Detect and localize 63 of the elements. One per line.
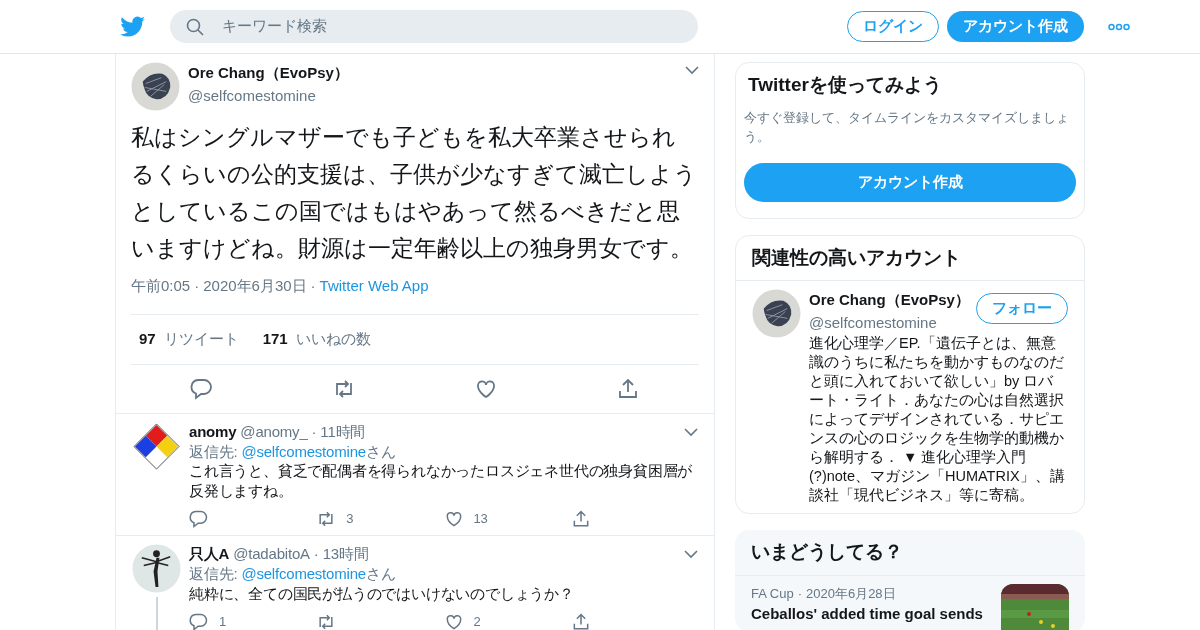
signup-button[interactable]: アカウント作成	[947, 11, 1084, 42]
separator-dot: ·	[797, 584, 802, 603]
share-icon[interactable]	[616, 376, 640, 401]
avatar-icon	[132, 544, 181, 594]
more-icon[interactable]	[1108, 22, 1130, 31]
reply-to-suffix: さん	[365, 441, 396, 462]
separator-dot: ·	[194, 276, 200, 296]
author-name[interactable]: Ore Chang（EvoPsy）	[188, 62, 349, 85]
avatar-icon	[131, 62, 180, 111]
separator-dot: ·	[313, 544, 319, 565]
stat-count: 97	[139, 328, 156, 349]
tweet-timestamp: 2020年6月30日	[203, 276, 307, 296]
stat-label: リツイート	[163, 328, 239, 349]
reply-to-label: 返信先:	[189, 441, 238, 462]
card-text: 今すぐ登録して、タイムラインをカスタマイズしましょう。	[744, 108, 1070, 146]
reply-icon[interactable]	[189, 509, 209, 530]
search-field[interactable]: キーワード検索	[170, 10, 698, 43]
chevron-down-icon[interactable]	[685, 66, 699, 75]
separator-dot: ·	[310, 276, 316, 296]
avatar-icon	[132, 421, 181, 471]
reply-to-suffix: さん	[365, 564, 396, 585]
tweet-timestamp: 午前0:05	[131, 276, 191, 296]
login-button[interactable]: ログイン	[847, 11, 939, 42]
author-handle[interactable]: @selfcomestomine	[188, 84, 349, 107]
signup-button[interactable]: アカウント作成	[744, 162, 1076, 202]
trend-source: FA Cup	[751, 584, 794, 603]
stat-count: 171	[262, 328, 288, 349]
reply-age: 11時間	[320, 421, 366, 442]
account-handle[interactable]: @selfcomestomine	[809, 311, 970, 334]
reply-text: 純粋に、全ての国民が払うのではいけないのでしょうか？	[189, 584, 575, 604]
reply-icon[interactable]	[190, 376, 214, 401]
source-link[interactable]: Twitter Web App	[319, 275, 429, 298]
account-bio: 進化心理学／EP.「遺伝子とは、無意識のうちに私たちを動かすものなのだと頭に入れておいて欲しい」by ロバート・ライト．あなたの心は自然選択によってデザインされている．サピエンスの心のロジックを生物学的動機から解明する． ▼ 進化心理学入門(?)note、マガジン「HUMATRIX」、講談社「現代ビジネス」等に寄稿。	[809, 334, 1066, 505]
card-title: Twitterを使ってみよう	[747, 73, 943, 97]
mention-link[interactable]: @selfcomestomine	[241, 564, 366, 585]
tweet-text: 私はシングルマザーでも子どもを私大卒業させられるくらいの公的支援は、子供が少なすぎて滅亡しようとしているこの国ではもはやあって然るべきだと思いますけどね。財源は一定年齢以上の独身男女です。	[131, 123, 698, 263]
reply-to-label: 返信先:	[189, 564, 238, 585]
card-title: 関連性の高いアカウント	[751, 245, 962, 270]
bird-logo-icon[interactable]	[120, 15, 146, 38]
author-handle[interactable]: @tadabitoA	[233, 544, 310, 565]
reply-text: これ言うと、貧乏で配偶者を得られなかったロスジェネ世代の独身貧困層が反発しますね。	[189, 462, 694, 501]
mention-link[interactable]: @selfcomestomine	[241, 441, 366, 462]
account-name[interactable]: Ore Chang（EvoPsy）	[809, 289, 970, 312]
like-count: 13	[473, 510, 488, 528]
trend-date: 2020年6月28日	[806, 584, 896, 603]
author-name[interactable]: anomy	[189, 421, 237, 442]
stat-label: いいねの数	[295, 328, 371, 349]
reply-age: 13時間	[322, 544, 369, 565]
trend-headline[interactable]: Ceballos' added time goal sends	[751, 603, 993, 626]
chevron-down-icon[interactable]	[684, 427, 698, 437]
search-field[interactable]: キーワード検索	[220, 14, 682, 39]
reply-count: 1	[219, 613, 227, 630]
card-title: いまどうしてる？	[750, 540, 904, 564]
retweet-count: 3	[346, 510, 354, 528]
author-handle[interactable]: @anomy_	[240, 421, 308, 442]
follow-button[interactable]: フォロー	[976, 293, 1068, 324]
search-icon	[186, 17, 204, 36]
chevron-down-icon[interactable]	[684, 550, 698, 560]
avatar-icon	[752, 289, 801, 338]
reply-icon[interactable]	[189, 612, 209, 630]
author-name[interactable]: 只人A	[189, 544, 230, 565]
like-count: 2	[473, 613, 481, 630]
separator-dot: ·	[311, 421, 317, 442]
